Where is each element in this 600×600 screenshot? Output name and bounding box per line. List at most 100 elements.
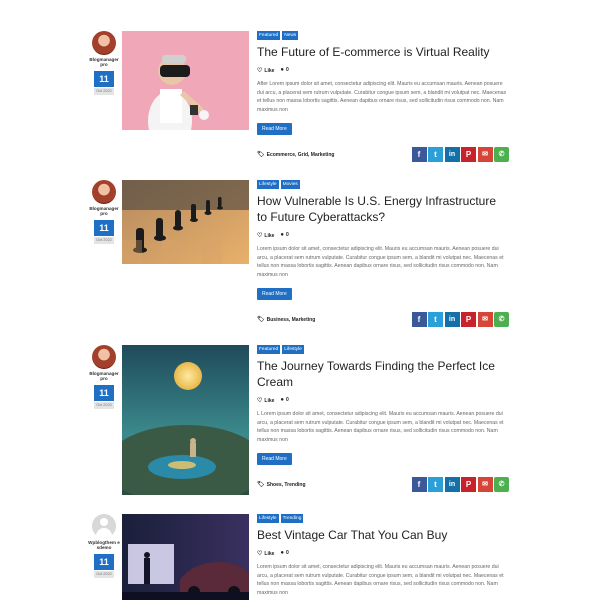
category-badge[interactable]: Featured: [257, 345, 281, 354]
share-buttons: f t in P ✉ ✆: [411, 147, 509, 162]
post-footer: 🏷 Business, Marketing f t in P ✉ ✆: [257, 312, 509, 328]
post-date-day: 11: [94, 70, 114, 87]
category-badge[interactable]: Lifestyle: [257, 514, 279, 523]
post-date-month: Oct 2022: [94, 401, 114, 409]
post-date-month: Oct 2022: [94, 236, 114, 244]
comment-count[interactable]: ● 0: [280, 232, 288, 238]
post-content: Lifestyle Trending Best Vintage Car That…: [257, 514, 509, 597]
post-footer: 🏷 Ecommerce, Grid, Marketing f t in P ✉ ✆: [257, 147, 509, 163]
author-box: Blogmanager pro 11 Oct 2022: [88, 345, 120, 409]
twitter-share-icon[interactable]: t: [428, 477, 443, 492]
author-avatar[interactable]: [92, 514, 116, 538]
post-excerpt: Lorem ipsum dolor sit amet, consectetur …: [257, 246, 504, 278]
post-excerpt: After Lorem ipsum dolor sit amet, consec…: [257, 81, 507, 113]
post-title[interactable]: The Journey Towards Finding the Perfect …: [257, 358, 509, 390]
share-buttons: f t in P ✉ ✆: [411, 312, 509, 327]
post-title[interactable]: How Vulnerable Is U.S. Energy Infrastruc…: [257, 193, 509, 225]
comment-icon: ●: [280, 232, 285, 238]
category-badge[interactable]: Trending: [280, 514, 304, 523]
category-badge[interactable]: Featured: [257, 31, 281, 40]
category-badge[interactable]: Movies: [280, 180, 300, 189]
post-date-month: Oct 2022: [94, 570, 114, 578]
post-content: Featured Lifestyle The Journey Towards F…: [257, 345, 509, 492]
post-title[interactable]: Best Vintage Car That You Can Buy: [257, 527, 509, 543]
author-name[interactable]: Blogmanager pro: [88, 206, 120, 217]
linkedin-share-icon[interactable]: in: [444, 147, 460, 162]
post-thumbnail[interactable]: [122, 31, 249, 130]
post-categories: Lifestyle Trending: [257, 514, 509, 523]
comment-count[interactable]: ● 0: [280, 397, 288, 403]
author-box: Wpblogthem esdemo 11 Oct 2022: [88, 514, 120, 578]
like-button[interactable]: ♡ Like: [257, 67, 274, 74]
author-avatar[interactable]: [92, 180, 116, 204]
author-name[interactable]: Blogmanager pro: [88, 371, 120, 382]
read-more-button[interactable]: Read More: [257, 123, 292, 135]
post-meta: ♡ Like ● 0: [257, 549, 509, 557]
post-date-day: 11: [94, 384, 114, 401]
linkedin-share-icon[interactable]: in: [444, 312, 460, 327]
category-badge[interactable]: Lifestyle: [282, 345, 304, 354]
author-avatar[interactable]: [92, 345, 116, 369]
tag-icon: 🏷: [257, 317, 265, 323]
twitter-share-icon[interactable]: t: [428, 147, 443, 162]
author-name[interactable]: Blogmanager pro: [88, 57, 120, 68]
category-badge[interactable]: News: [282, 31, 299, 40]
like-button[interactable]: ♡ Like: [257, 232, 274, 239]
post-categories: Featured News: [257, 31, 509, 40]
pinterest-share-icon[interactable]: P: [461, 312, 476, 327]
author-name[interactable]: Wpblogthem esdemo: [88, 540, 120, 551]
tag-icon: 🏷: [257, 482, 265, 488]
whatsapp-share-icon[interactable]: ✆: [494, 477, 509, 492]
share-buttons: f t in P ✉ ✆: [411, 477, 509, 492]
facebook-share-icon[interactable]: f: [411, 477, 427, 492]
post-title[interactable]: The Future of E-commerce is Virtual Real…: [257, 44, 509, 60]
post-meta: ♡ Like ● 0: [257, 231, 509, 239]
post-footer: 🏷 Shoes, Trending f t in P ✉ ✆: [257, 477, 509, 493]
comment-icon: ●: [280, 550, 285, 556]
pinterest-share-icon[interactable]: P: [461, 477, 476, 492]
author-box: Blogmanager pro 11 Oct 2022: [88, 31, 120, 95]
post-date-day: 11: [94, 553, 114, 570]
comment-icon: ●: [280, 397, 285, 403]
facebook-share-icon[interactable]: f: [411, 147, 427, 162]
comment-count[interactable]: ● 0: [280, 550, 288, 556]
read-more-button[interactable]: Read More: [257, 453, 292, 465]
post-date-day: 11: [94, 219, 114, 236]
pinterest-share-icon[interactable]: P: [461, 147, 476, 162]
post-categories: Lifestyle Movies: [257, 180, 509, 189]
comment-count[interactable]: ● 0: [280, 67, 288, 73]
category-badge[interactable]: Lifestyle: [257, 180, 279, 189]
email-share-icon[interactable]: ✉: [477, 312, 493, 327]
post-meta: ♡ Like ● 0: [257, 396, 509, 404]
post-content: Lifestyle Movies How Vulnerable Is U.S. …: [257, 180, 509, 327]
like-button[interactable]: ♡ Like: [257, 397, 274, 404]
post-tags: 🏷 Business, Marketing: [257, 317, 316, 323]
tag-icon: 🏷: [257, 152, 265, 158]
author-avatar[interactable]: [92, 31, 116, 55]
post-thumbnail[interactable]: [122, 514, 249, 600]
post-tags: 🏷 Ecommerce, Grid, Marketing: [257, 152, 335, 158]
twitter-share-icon[interactable]: t: [428, 312, 443, 327]
post-tags: 🏷 Shoes, Trending: [257, 482, 306, 488]
post-excerpt: L Lorem ipsum dolor sit amet, consectetu…: [257, 411, 504, 443]
post-meta: ♡ Like ● 0: [257, 66, 509, 74]
post-excerpt: Lorem ipsum dolor sit amet, consectetur …: [257, 564, 504, 596]
like-button[interactable]: ♡ Like: [257, 550, 274, 557]
author-box: Blogmanager pro 11 Oct 2022: [88, 180, 120, 244]
heart-icon: ♡: [257, 67, 263, 74]
heart-icon: ♡: [257, 232, 263, 239]
post-categories: Featured Lifestyle: [257, 345, 509, 354]
whatsapp-share-icon[interactable]: ✆: [494, 147, 509, 162]
post-content: Featured News The Future of E-commerce i…: [257, 31, 509, 162]
facebook-share-icon[interactable]: f: [411, 312, 427, 327]
post-date-month: Oct 2022: [94, 87, 114, 95]
post-thumbnail[interactable]: [122, 345, 249, 495]
email-share-icon[interactable]: ✉: [477, 147, 493, 162]
email-share-icon[interactable]: ✉: [477, 477, 493, 492]
read-more-button[interactable]: Read More: [257, 288, 292, 300]
comment-icon: ●: [280, 67, 285, 73]
whatsapp-share-icon[interactable]: ✆: [494, 312, 509, 327]
linkedin-share-icon[interactable]: in: [444, 477, 460, 492]
heart-icon: ♡: [257, 550, 263, 557]
post-thumbnail[interactable]: [122, 180, 249, 264]
